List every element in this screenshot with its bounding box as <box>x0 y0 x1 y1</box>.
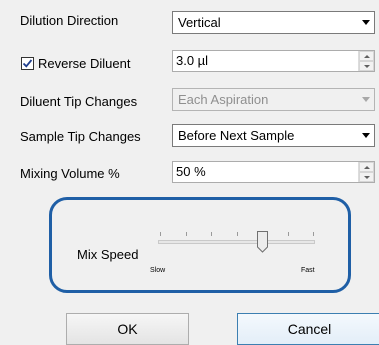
mix-speed-slider-thumb[interactable] <box>256 230 269 254</box>
diluent-tip-changes-label: Diluent Tip Changes <box>20 94 138 109</box>
reverse-diluent-value[interactable]: 3.0 µl <box>173 51 358 71</box>
diluent-tip-changes-dropdown: Each Aspiration <box>172 88 375 111</box>
arrow-down-icon[interactable] <box>359 61 374 71</box>
arrow-up-icon[interactable] <box>359 162 374 172</box>
mixing-volume-spinbox[interactable]: 50 % <box>172 161 375 183</box>
slider-tick <box>313 232 314 236</box>
check-icon <box>22 59 33 68</box>
mix-speed-highlight-box <box>49 197 351 293</box>
mixing-volume-label: Mixing Volume % <box>20 166 120 181</box>
chevron-down-icon[interactable] <box>357 125 374 146</box>
dilution-direction-dropdown[interactable]: Vertical <box>172 11 375 34</box>
dilution-direction-label: Dilution Direction <box>20 13 119 28</box>
cancel-button[interactable]: Cancel <box>237 313 379 345</box>
reverse-diluent-spinbox[interactable]: 3.0 µl <box>172 50 375 72</box>
chevron-down-icon[interactable] <box>357 12 374 33</box>
dilution-direction-value: Vertical <box>178 15 221 30</box>
slider-tick <box>211 232 212 236</box>
sample-tip-changes-dropdown[interactable]: Before Next Sample <box>172 124 375 147</box>
ok-button[interactable]: OK <box>66 313 189 345</box>
sample-tip-changes-value: Before Next Sample <box>178 128 295 143</box>
arrow-up-icon[interactable] <box>359 51 374 61</box>
mix-speed-slow-label: Slow <box>150 267 166 274</box>
chevron-down-icon <box>357 89 374 110</box>
slider-tick <box>287 232 289 236</box>
reverse-diluent-label[interactable]: Reverse Diluent <box>38 56 131 71</box>
slider-tick <box>236 232 238 236</box>
mix-speed-label: Mix Speed <box>77 247 139 262</box>
arrow-down-icon[interactable] <box>359 172 374 182</box>
mix-speed-fast-label: Fast <box>301 267 315 274</box>
slider-tick <box>185 232 187 236</box>
mixing-volume-value[interactable]: 50 % <box>173 162 358 182</box>
sample-tip-changes-label: Sample Tip Changes <box>20 129 141 144</box>
reverse-diluent-checkbox[interactable] <box>21 57 34 70</box>
slider-tick <box>160 232 161 236</box>
mix-speed-slider-track[interactable] <box>158 240 315 244</box>
diluent-tip-changes-value: Each Aspiration <box>178 92 269 107</box>
